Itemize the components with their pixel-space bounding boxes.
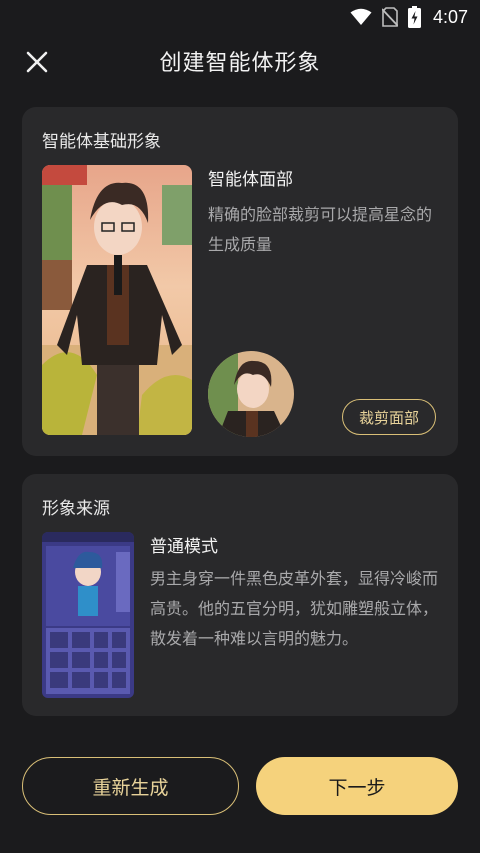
status-time: 4:07 — [432, 6, 468, 27]
close-button[interactable] — [20, 45, 54, 79]
close-icon — [26, 51, 48, 73]
image-source-card: 形象来源 普通模式 男主身穿一件黑色皮革外套，显得冷峻而高贵。他的五官分明，犹如… — [22, 474, 458, 716]
crop-face-button[interactable]: 裁剪面部 — [342, 399, 436, 435]
create-agent-image-screen: 4:07 创建智能体形象 智能体基础形象 智能体面部 精确的脸部裁剪可以提高星念… — [0, 0, 480, 853]
face-crop-preview[interactable] — [208, 351, 294, 437]
mode-title: 普通模式 — [150, 537, 218, 557]
regenerate-button[interactable]: 重新生成 — [22, 757, 239, 815]
page-title: 创建智能体形象 — [159, 51, 321, 76]
base-image-card: 智能体基础形象 智能体面部 精确的脸部裁剪可以提高星念的生成质量 裁剪面部 — [22, 107, 458, 456]
wifi-icon — [350, 8, 372, 26]
base-image-section-title: 智能体基础形象 — [42, 132, 161, 152]
top-bar: 创建智能体形象 — [0, 36, 480, 86]
next-step-button[interactable]: 下一步 — [256, 757, 458, 815]
mode-description: 男主身穿一件黑色皮革外套，显得冷峻而高贵。他的五官分明，犹如雕塑般立体，散发着一… — [150, 569, 439, 648]
status-bar: 4:07 — [0, 0, 480, 34]
face-description: 精确的脸部裁剪可以提高星念的生成质量 — [208, 205, 433, 254]
image-source-section-title: 形象来源 — [42, 499, 110, 519]
face-title: 智能体面部 — [208, 170, 293, 190]
source-thumbnail-image[interactable] — [42, 532, 134, 698]
no-sim-icon — [381, 7, 398, 27]
base-portrait-image[interactable] — [42, 165, 192, 435]
battery-charging-icon — [407, 6, 421, 28]
